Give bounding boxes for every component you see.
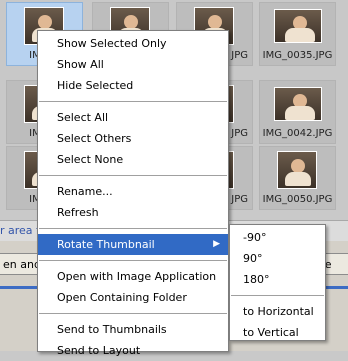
menu-item-send-to-thumbnails[interactable]: Send to Thumbnails [38,319,228,340]
menu-item-show-selected-only[interactable]: Show Selected Only [38,33,228,54]
menu-item-show-all[interactable]: Show All [38,54,228,75]
menu-item-rotate-thumbnail[interactable]: Rotate Thumbnail ▶ [38,234,228,255]
menu-item-select-all[interactable]: Select All [38,107,228,128]
menu-item-refresh[interactable]: Refresh [38,202,228,223]
triangle-right-icon: ▶ [213,239,220,249]
menu-item-hide-selected[interactable]: Hide Selected [38,75,228,96]
context-menu: Show Selected Only Show All Hide Selecte… [37,30,229,357]
thumbnail-caption: IMG_0035.JPG [262,50,333,61]
submenu-item-to-vertical[interactable]: to Vertical [230,322,325,343]
menu-separator [39,228,227,229]
thumbnail-caption: IMG_0050.JPG [262,194,333,205]
thumbnail-item[interactable]: IMG_0035.JPG [259,2,336,66]
rotate-submenu: -90° 90° 180° to Horizontal to Vertical [229,224,326,341]
menu-item-open-with-image-application[interactable]: Open with Image Application [38,266,228,287]
menu-item-rename[interactable]: Rename... [38,181,228,202]
status-text: r area t [0,224,41,237]
submenu-item-rotate-minus-90[interactable]: -90° [230,227,325,248]
menu-separator [39,175,227,176]
thumbnail-item[interactable]: IMG_0050.JPG [259,146,336,210]
menu-item-open-containing-folder[interactable]: Open Containing Folder [38,287,228,308]
menu-item-select-none[interactable]: Select None [38,149,228,170]
submenu-item-rotate-90[interactable]: 90° [230,248,325,269]
submenu-item-rotate-180[interactable]: 180° [230,269,325,290]
thumbnail-caption: IMG_0042.JPG [262,128,333,139]
thumbnail-image [274,87,322,121]
submenu-item-to-horizontal[interactable]: to Horizontal [230,301,325,322]
menu-separator [39,313,227,314]
thumbnail-image [277,151,317,189]
thumbnail-item[interactable]: IMG_0042.JPG [259,80,336,144]
menu-separator [39,260,227,261]
menu-separator [231,295,324,296]
menu-separator [39,101,227,102]
menu-item-label: Rotate Thumbnail [57,238,155,251]
menu-item-select-others[interactable]: Select Others [38,128,228,149]
thumbnail-image [274,9,322,43]
